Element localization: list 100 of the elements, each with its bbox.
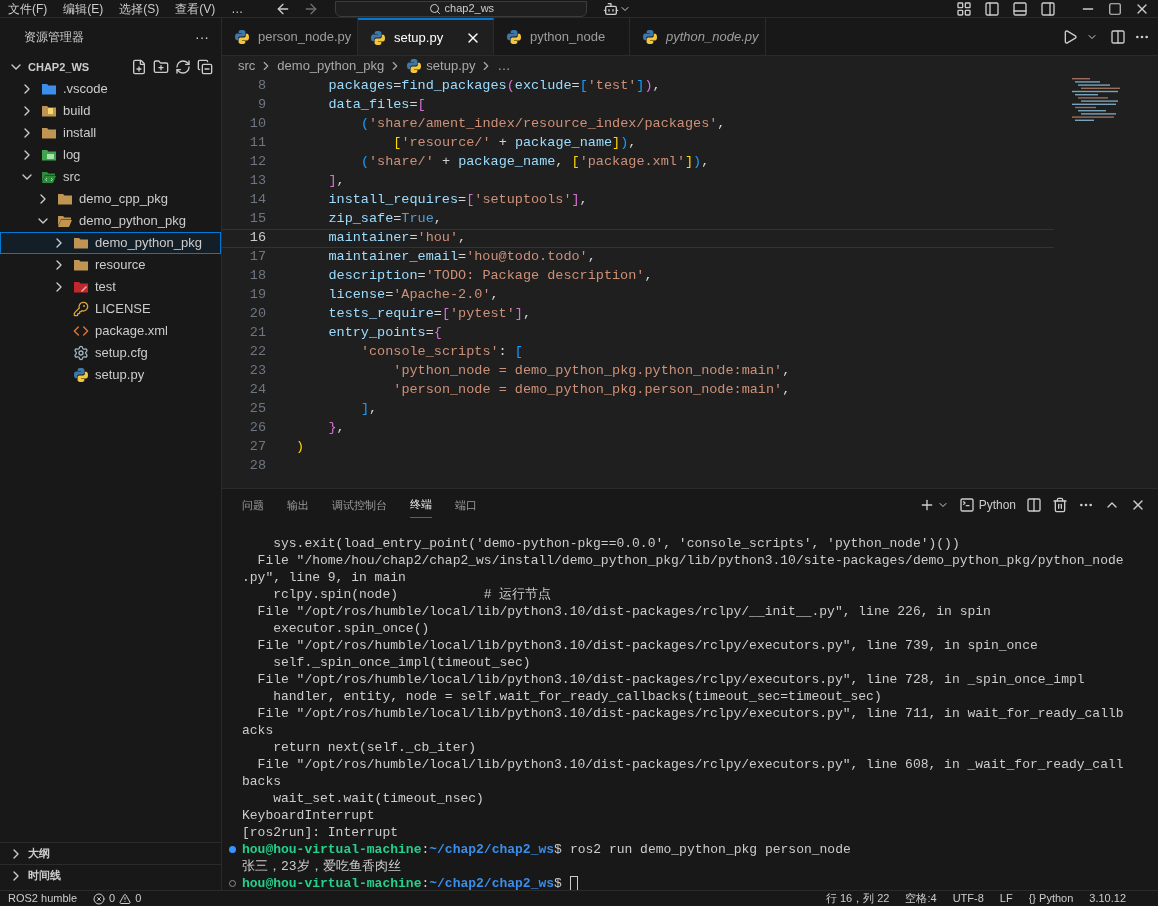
sidebar-toggle-icon[interactable]	[984, 0, 1000, 17]
tree-item[interactable]: src	[0, 166, 221, 188]
tree-item[interactable]: demo_python_pkg	[0, 210, 221, 232]
warning-icon	[119, 892, 132, 905]
code-line: ['resource/' + package_name]),	[392, 134, 637, 153]
menu-item[interactable]: 编辑(E)	[55, 2, 112, 15]
section-header[interactable]: 时间线	[0, 864, 221, 886]
log-folder-icon	[41, 147, 57, 163]
tree-item[interactable]: package.xml	[0, 320, 221, 342]
settings-icon	[73, 345, 89, 361]
menu-item[interactable]: …	[223, 2, 252, 15]
tree-item[interactable]: LICENSE	[0, 298, 221, 320]
collapse-icon[interactable]	[197, 59, 213, 75]
panel-tab[interactable]: 终端	[410, 492, 432, 518]
code-line: ],	[359, 400, 378, 419]
line-number: 13	[248, 172, 266, 191]
editor-tab[interactable]: setup.py	[358, 18, 494, 55]
search-icon	[428, 2, 441, 15]
terminal-line: return next(self._cb_iter)	[272, 739, 478, 756]
robot-icon[interactable]	[603, 0, 620, 17]
test-folder-icon	[73, 279, 89, 295]
new-file-icon[interactable]	[131, 59, 147, 75]
code-line: license='Apache-2.0',	[327, 286, 499, 305]
python-icon	[370, 29, 386, 46]
workspace-header[interactable]: CHAP2_WS	[0, 56, 221, 78]
problems-indicator[interactable]: 0 0	[93, 892, 142, 905]
layout-icon[interactable]	[956, 0, 972, 17]
menu-item[interactable]: 文件(F)	[0, 2, 56, 15]
panel-tab[interactable]: 问题	[242, 492, 264, 518]
terminal-selector[interactable]: Python	[958, 496, 1016, 514]
terminal-line: handler, entity, node = self.wait_for_ready_callbacks(timeout_sec=timeout_sec)	[272, 688, 883, 705]
panel-tab[interactable]: 调试控制台	[332, 492, 387, 518]
terminal-line: backs	[241, 773, 282, 790]
status-item[interactable]: {} Python	[1028, 893, 1074, 904]
panel-tab[interactable]: 输出	[287, 492, 309, 518]
more-button[interactable]: ···	[195, 30, 209, 44]
run-icon[interactable]	[1062, 28, 1078, 45]
line-number: 21	[248, 324, 266, 343]
line-number: 9	[256, 96, 266, 115]
tree-item[interactable]: demo_python_pkg	[0, 232, 221, 254]
vscode-folder-icon	[41, 81, 57, 97]
tree-item[interactable]: test	[0, 276, 221, 298]
new-folder-icon[interactable]	[153, 59, 169, 75]
status-item[interactable]: 空格:4	[905, 893, 937, 904]
search-field[interactable]: chap2_ws	[335, 0, 588, 17]
status-item[interactable]: 行 16，列 22	[825, 893, 890, 904]
status-item[interactable]: UTF-8	[952, 893, 984, 904]
line-number: 19	[248, 286, 266, 305]
section-header[interactable]: 大纲	[0, 842, 221, 864]
menu-item[interactable]: 选择(S)	[111, 2, 168, 15]
secondary-sidebar-icon[interactable]	[1040, 0, 1056, 17]
menu-item[interactable]: 查看(V)	[167, 2, 224, 15]
breadcrumb-item[interactable]: setup.py	[426, 56, 476, 76]
tree-item[interactable]: setup.cfg	[0, 342, 221, 364]
code-line: entry_points={	[327, 324, 442, 343]
terminal-line: File "/opt/ros/humble/local/lib/python3.10/dist-packages/rclpy/executors.py", line 739, in spin_once	[256, 637, 1039, 654]
line-number: 24	[248, 381, 266, 400]
line-number: 14	[248, 191, 266, 210]
restore-icon[interactable]	[1108, 1, 1122, 16]
editor-tab[interactable]: python_node.py	[630, 18, 766, 55]
code-line: data_files=[	[327, 96, 426, 115]
terminal-line: File "/opt/ros/humble/local/lib/python3.10/dist-packages/rclpy/__init__.py", line 226, in spin	[256, 603, 992, 620]
terminal-line: File "/opt/ros/humble/local/lib/python3.10/dist-packages/rclpy/executors.py", line 711, in wait_for_ready_callb	[256, 705, 1125, 722]
split-editor-icon[interactable]	[1110, 28, 1126, 45]
code-line: },	[327, 419, 345, 438]
panel-tab[interactable]: 端口	[455, 492, 477, 518]
status-item[interactable]: ROS2 humble	[8, 893, 78, 904]
code-line: packages=find_packages(exclude=['test']),	[327, 77, 661, 96]
line-number: 17	[248, 248, 266, 267]
code-line: )	[296, 438, 305, 457]
terminal-prompt: hou@hou-virtual-machine:~/chap2/chap2_ws$	[242, 840, 562, 859]
tree-item[interactable]: setup.py	[0, 364, 221, 386]
breadcrumb-item[interactable]: demo_python_pkg	[277, 56, 385, 76]
terminal-line: self._spin_once_impl(timeout_sec)	[272, 654, 532, 671]
tree-item[interactable]: demo_cpp_pkg	[0, 188, 221, 210]
folder-icon	[73, 235, 89, 251]
trash-icon[interactable]	[1052, 497, 1068, 513]
editor-tab[interactable]: python_node	[494, 18, 630, 55]
terminal-prompt: hou@hou-virtual-machine:~/chap2/chap2_ws$	[242, 874, 562, 893]
tree-item[interactable]: build	[0, 100, 221, 122]
tree-item[interactable]: resource	[0, 254, 221, 276]
split-terminal-icon[interactable]	[1026, 497, 1042, 513]
breadcrumb-item[interactable]: …	[497, 56, 511, 76]
terminal-line: sys.exit(load_entry_point('demo-python-pkg==0.0.0', 'console_scripts', 'python_node')())	[272, 535, 961, 552]
code-line: tests_require=['pytest'],	[327, 305, 531, 324]
status-item[interactable]: 3.10.12	[1089, 893, 1126, 904]
folder-icon	[57, 191, 73, 207]
tree-item[interactable]: install	[0, 122, 221, 144]
line-number: 12	[248, 153, 266, 172]
code-icon	[73, 323, 89, 339]
tree-item[interactable]: log	[0, 144, 221, 166]
code-line: maintainer='hou',	[327, 229, 467, 248]
panel-toggle-icon[interactable]	[1012, 0, 1028, 17]
code-line: ('share/' + package_name, ['package.xml']),	[359, 153, 710, 172]
breadcrumb-item[interactable]: src	[238, 56, 256, 76]
terminal-command: ros2 run demo_python_pkg person_node	[569, 840, 851, 859]
tree-item[interactable]: .vscode	[0, 78, 221, 100]
refresh-icon[interactable]	[175, 59, 191, 75]
status-item[interactable]: LF	[999, 893, 1013, 904]
build-folder-icon	[41, 103, 57, 119]
